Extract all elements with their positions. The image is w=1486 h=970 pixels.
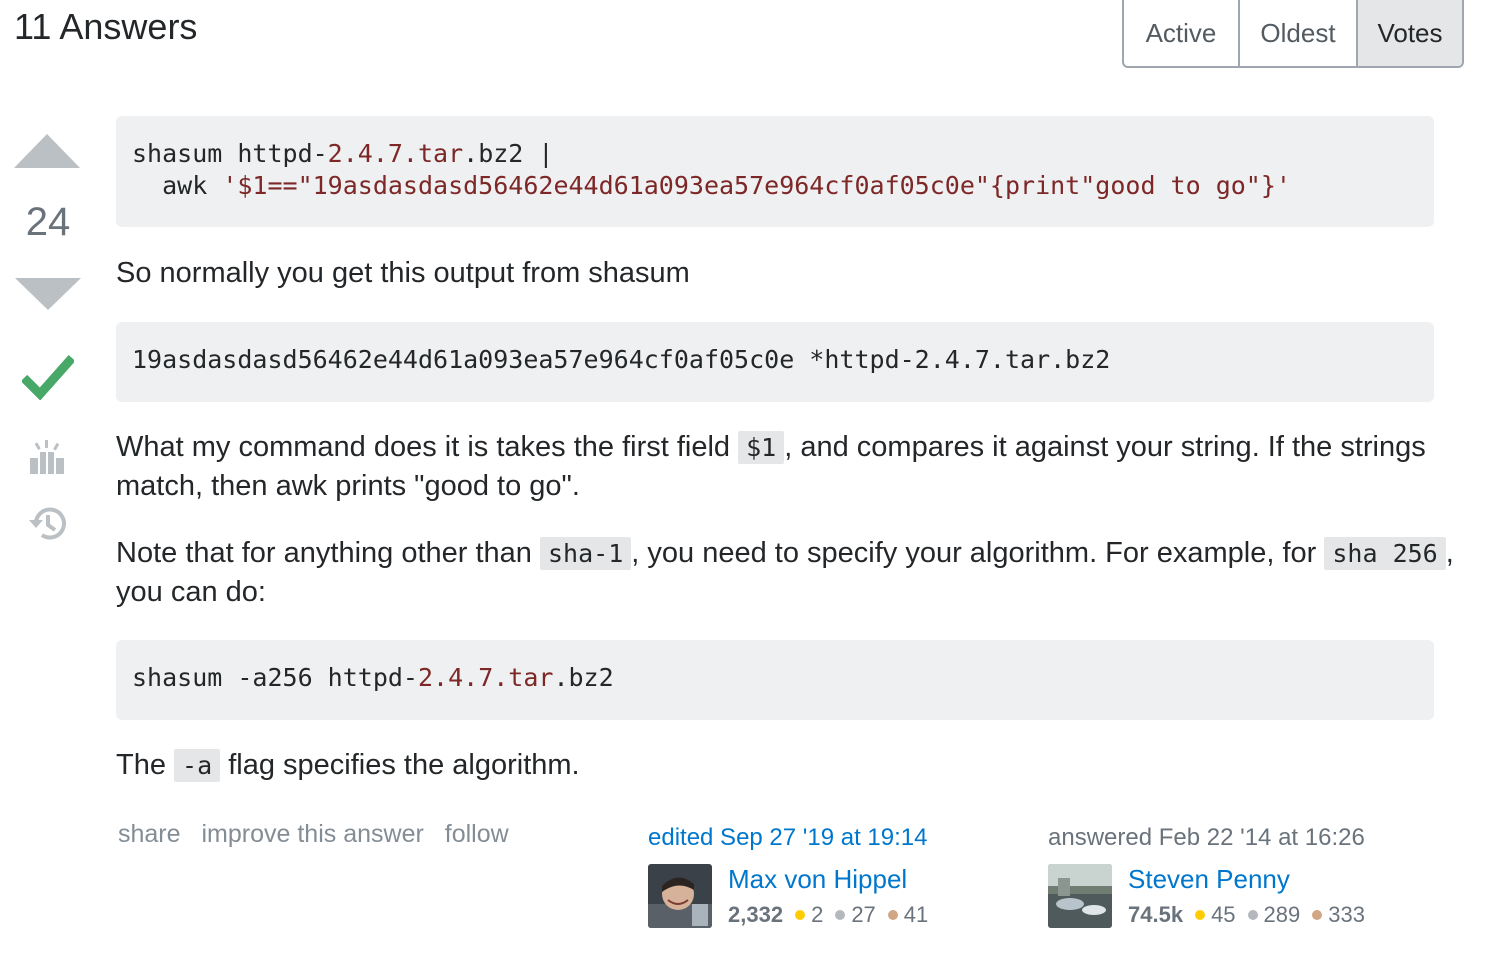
gold-badge-count: 2 bbox=[811, 902, 824, 927]
answer-paragraph-4: The -a flag specifies the algorithm. bbox=[116, 746, 1456, 785]
answer-paragraph-1: So normally you get this output from sha… bbox=[116, 257, 690, 289]
author-reputation: 74.5k 45 289 333 bbox=[1128, 902, 1377, 928]
editor-reputation: 2,332 2 27 41 bbox=[728, 902, 940, 928]
code-block-sha256-command: shasum -a256 httpd-2.4.7.tar.bz2 bbox=[116, 640, 1434, 720]
post-menu: share improve this answer follow bbox=[118, 820, 523, 849]
bronze-badge-count: 41 bbox=[903, 902, 929, 927]
answer-paragraph-3: Note that for anything other than sha-1,… bbox=[116, 534, 1456, 611]
check-icon bbox=[22, 355, 74, 400]
answers-count-heading: 11 Answers bbox=[14, 6, 198, 47]
gold-badge-icon bbox=[1195, 910, 1206, 920]
edited-timestamp-link[interactable]: edited Sep 27 '19 at 19:14 bbox=[648, 824, 927, 852]
follow-link[interactable]: follow bbox=[445, 820, 509, 848]
bronze-badge-icon bbox=[887, 910, 898, 920]
inline-code: sha-1 bbox=[540, 537, 632, 570]
silver-badge-count: 27 bbox=[851, 902, 876, 927]
code-number-literal: 2.4.7.tar bbox=[327, 139, 464, 168]
reputation-score: 74.5k bbox=[1128, 902, 1184, 927]
sort-tab-active[interactable]: Active bbox=[1124, 0, 1238, 66]
answer-sort-tabs: Active Oldest Votes bbox=[1122, 0, 1464, 68]
code-string-literal: '$1=="19asdasdasd56462e44d61a093ea57e964… bbox=[222, 171, 1291, 200]
paragraph-text: Note that for anything other than bbox=[116, 537, 540, 569]
inline-code: sha 256 bbox=[1324, 537, 1446, 570]
reputation-score: 2,332 bbox=[728, 902, 784, 927]
silver-badge-icon bbox=[1247, 910, 1258, 920]
vote-score: 24 bbox=[25, 200, 71, 244]
code-text: shasum httpd- bbox=[132, 139, 328, 168]
inline-code: -a bbox=[174, 749, 221, 782]
code-block-checksum-command: shasum httpd-2.4.7.tar.bz2 | awk '$1=="1… bbox=[116, 116, 1434, 227]
code-text: awk bbox=[132, 171, 223, 200]
improve-answer-link[interactable]: improve this answer bbox=[202, 820, 424, 848]
bounty-award-icon[interactable] bbox=[28, 440, 66, 476]
paragraph-text: The bbox=[116, 749, 175, 781]
gold-badge-icon bbox=[795, 910, 806, 920]
arrow-up-icon[interactable] bbox=[14, 134, 80, 168]
avatar[interactable] bbox=[648, 864, 712, 928]
code-text: shasum -a256 httpd- bbox=[132, 663, 418, 692]
editor-username-link[interactable]: Max von Hippel bbox=[728, 864, 907, 895]
paragraph-text: , you need to specify your algorithm. Fo… bbox=[631, 537, 1325, 569]
bronze-badge-icon bbox=[1312, 910, 1323, 920]
silver-badge-count: 289 bbox=[1263, 902, 1301, 927]
paragraph-text: flag specifies the algorithm. bbox=[220, 749, 580, 781]
inline-code: $1 bbox=[738, 431, 785, 464]
history-icon[interactable] bbox=[28, 504, 68, 544]
bronze-badge-count: 333 bbox=[1328, 902, 1365, 927]
silver-badge-icon bbox=[835, 910, 846, 920]
arrow-down-icon[interactable] bbox=[15, 278, 81, 310]
code-block-shasum-output: 19asdasdasd56462e44d61a093ea57e964cf0af0… bbox=[116, 322, 1434, 402]
code-number-literal: 2.4.7.tar bbox=[417, 663, 554, 692]
avatar[interactable] bbox=[1048, 864, 1112, 928]
gold-badge-count: 45 bbox=[1211, 902, 1236, 927]
sort-tab-votes[interactable]: Votes bbox=[1356, 0, 1462, 66]
code-text: .bz2 | bbox=[463, 139, 554, 168]
code-text: .bz2 bbox=[553, 663, 614, 692]
answer-paragraph-2: What my command does it is takes the fir… bbox=[116, 428, 1456, 505]
author-username-link[interactable]: Steven Penny bbox=[1128, 864, 1290, 895]
share-link[interactable]: share bbox=[118, 820, 181, 848]
sort-tab-oldest[interactable]: Oldest bbox=[1238, 0, 1356, 66]
paragraph-text: What my command does it is takes the fir… bbox=[116, 431, 739, 463]
answered-timestamp: answered Feb 22 '14 at 16:26 bbox=[1048, 824, 1365, 851]
